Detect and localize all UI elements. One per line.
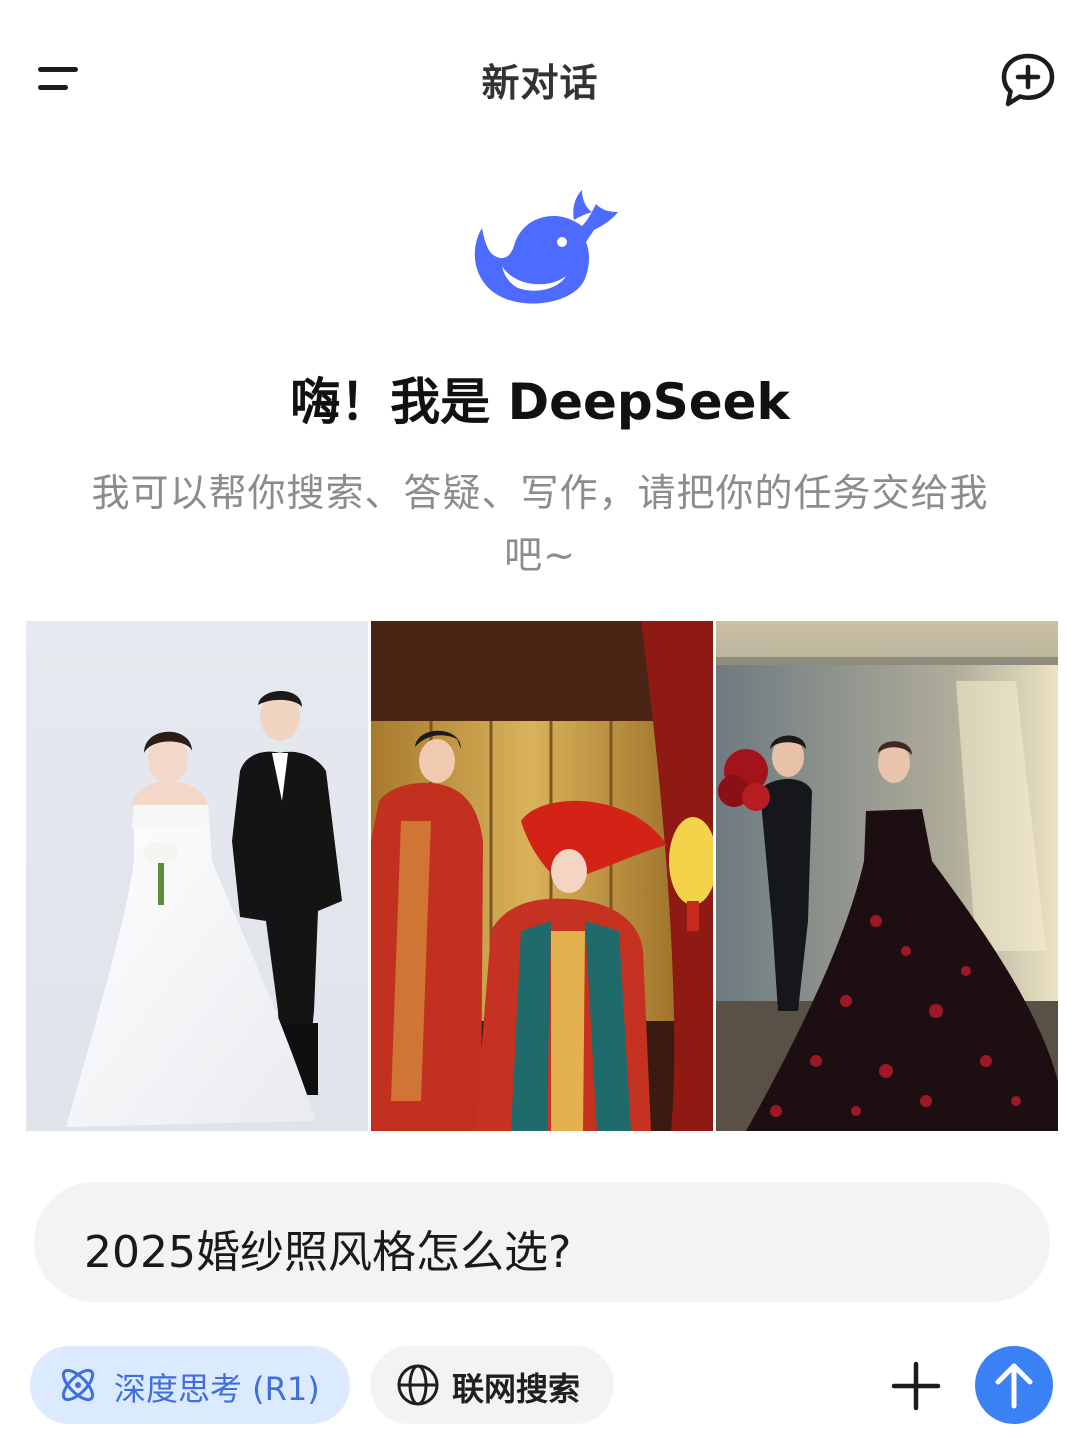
globe-icon: [397, 1364, 439, 1406]
top-bar: 新对话: [0, 0, 1080, 160]
greeting-title: 嗨！我是 DeepSeek: [290, 373, 790, 431]
chinese-traditional-wedding-photo[interactable]: [371, 621, 713, 1131]
new-chat-icon: [1001, 53, 1055, 107]
attach-button[interactable]: [888, 1358, 944, 1414]
plus-icon: [891, 1361, 941, 1411]
deep-think-toggle[interactable]: 深度思考 (R1): [30, 1346, 350, 1424]
intro-subtitle: 我可以帮你搜索、答疑、写作，请把你的任务交给我吧~: [91, 471, 989, 577]
new-chat-button[interactable]: [996, 50, 1060, 110]
whale-logo-icon: [474, 190, 618, 304]
deep-think-label: 深度思考 (R1): [114, 1370, 320, 1408]
chat-input-text: 2025婚纱照风格怎么选?: [84, 1227, 572, 1278]
photo-gallery: [26, 621, 1058, 1131]
web-search-toggle[interactable]: 联网搜索: [370, 1346, 614, 1424]
seaside-wedding-photo[interactable]: [716, 621, 1058, 1131]
chat-input-field[interactable]: 2025婚纱照风格怎么选?: [34, 1182, 1050, 1302]
send-button[interactable]: [975, 1346, 1053, 1424]
web-search-label: 联网搜索: [452, 1370, 581, 1408]
page-title: 新对话: [481, 61, 599, 105]
atom-icon: [61, 1368, 95, 1402]
arrow-up-icon: [995, 1363, 1033, 1409]
white-wedding-photo[interactable]: [26, 621, 368, 1131]
